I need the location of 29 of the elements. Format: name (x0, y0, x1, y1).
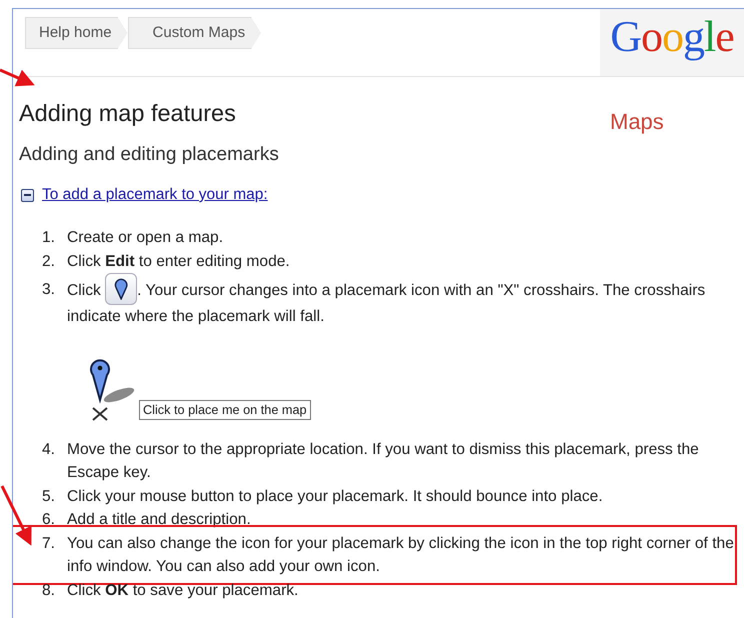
section-heading: Adding and editing placemarks (19, 144, 279, 166)
step-text: Create or open a map. (67, 228, 224, 248)
step-number: 8. (40, 580, 55, 600)
breadcrumb-link[interactable]: Help home (25, 17, 128, 49)
breadcrumb-link[interactable]: Custom Maps (128, 17, 262, 49)
step-text: Click your mouse button to place your placemark. It should bounce into place. (67, 486, 604, 506)
step-number: 5. (40, 486, 55, 506)
step-number: 4. (40, 440, 55, 460)
product-name: Maps (610, 109, 665, 135)
step-number: 7. (40, 534, 55, 554)
section-link[interactable]: To add a placemark to your map: (42, 186, 268, 204)
step-number: 2. (40, 252, 55, 272)
page-title: Adding map features (19, 100, 236, 127)
placemark-icon (114, 278, 128, 300)
step-text: Click Edit to enter editing mode. (67, 252, 291, 272)
step-text: Move the cursor to the appropriate location. If you want to dismiss this placemark, press the Escape key. (67, 440, 700, 483)
step-number: 1. (40, 228, 55, 248)
placemark-button[interactable] (105, 273, 138, 305)
step-text: Click . Your cursor changes into a placemark icon with an "X" crosshairs. The crosshairs indicate where the placemark will fall. (67, 273, 739, 328)
tooltip: Click to place me on the map (139, 400, 311, 420)
google-logo: Google (610, 11, 734, 62)
step-number: 3. (40, 280, 55, 300)
step-text: Click OK to save your placemark. (67, 580, 300, 600)
step-text: Add a title and description. (67, 510, 252, 530)
collapse-icon[interactable] (21, 188, 34, 202)
annotation-arrow (0, 68, 35, 86)
annotation-arrow (0, 485, 32, 546)
step-text: You can also change the icon for your placemark by clicking the icon in the top right corner of the info window. You can also add your own icon. (67, 534, 735, 577)
step-number: 6. (40, 510, 55, 530)
